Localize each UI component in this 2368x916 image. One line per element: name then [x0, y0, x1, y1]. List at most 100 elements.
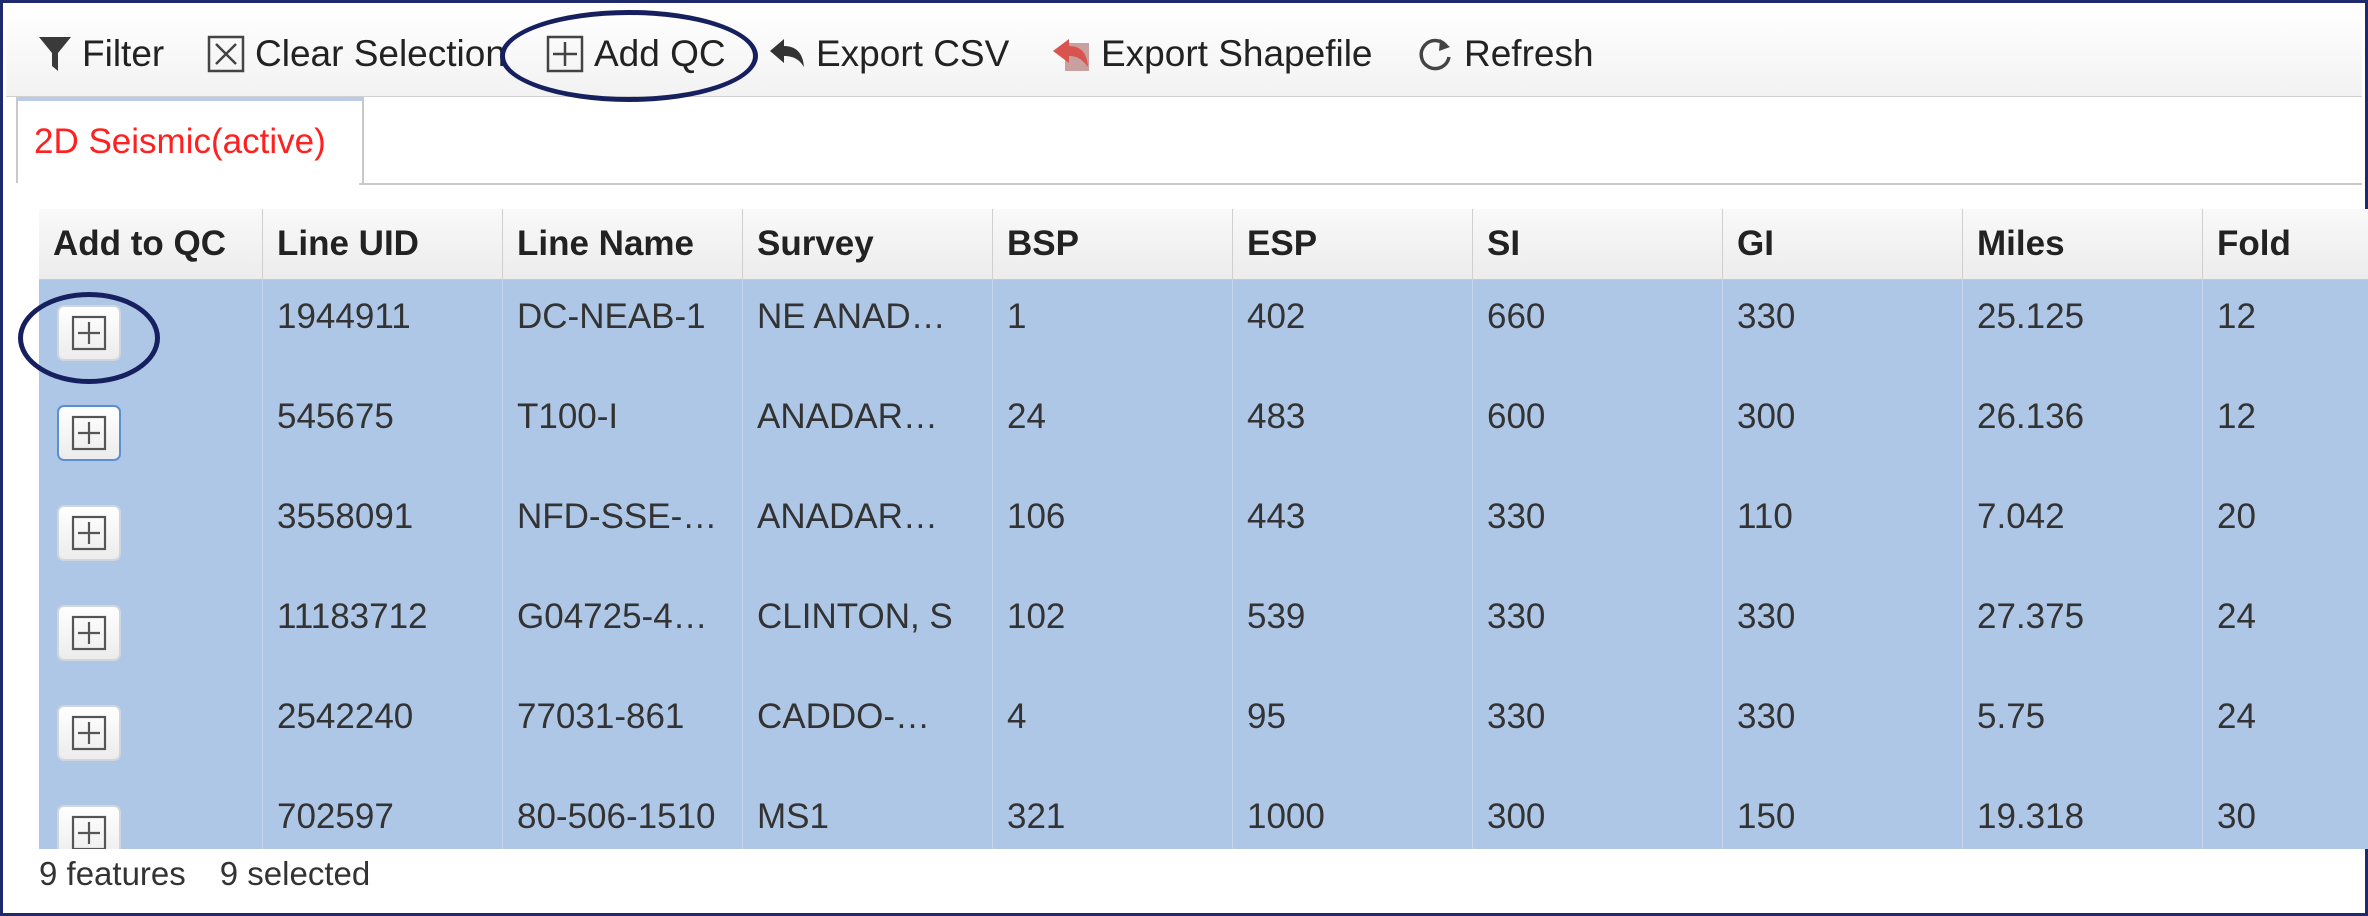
esp-cell: 1000: [1233, 779, 1473, 849]
bsp-cell: 321: [993, 779, 1233, 849]
add-to-qc-button[interactable]: [57, 505, 121, 561]
add-qc-button[interactable]: Add QC: [546, 28, 726, 80]
tab-label: 2D Seismic(active): [34, 122, 326, 161]
clear-x-box-icon: [207, 35, 245, 73]
add-qc-label: Add QC: [594, 33, 726, 74]
add-to-qc-button[interactable]: [57, 805, 121, 849]
fold-cell: 12: [2203, 279, 2368, 379]
miles-cell: 26.136: [1963, 379, 2203, 479]
feature-grid-panel: Filter Clear Selection Add QC Export CSV: [0, 0, 2368, 916]
add-to-qc-cell: [39, 279, 263, 379]
gi-cell: 330: [1723, 279, 1963, 379]
fold-cell: 24: [2203, 579, 2368, 679]
column-header-add-to-qc[interactable]: Add to QC: [39, 209, 263, 279]
add-to-qc-cell: [39, 379, 263, 479]
table-row[interactable]: 3558091 NFD-SSE-… ANADAR… 106 443 330 110 7.042…: [39, 479, 2368, 579]
toolbar: Filter Clear Selection Add QC Export CSV: [6, 6, 2362, 97]
plus-box-icon: [71, 515, 107, 551]
survey-cell: CADDO-…: [743, 679, 993, 779]
column-header-fold[interactable]: Fold: [2203, 209, 2368, 279]
line-name-cell: NFD-SSE-…: [503, 479, 743, 579]
plus-box-icon: [71, 615, 107, 651]
esp-cell: 539: [1233, 579, 1473, 679]
add-to-qc-button[interactable]: [57, 405, 121, 461]
plus-box-icon: [71, 815, 107, 849]
esp-cell: 95: [1233, 679, 1473, 779]
plus-box-icon: [71, 415, 107, 451]
gi-cell: 330: [1723, 679, 1963, 779]
bsp-cell: 24: [993, 379, 1233, 479]
line-uid-cell: 11183712: [263, 579, 503, 679]
miles-cell: 5.75: [1963, 679, 2203, 779]
reply-arrow-icon: [768, 37, 806, 71]
export-csv-button[interactable]: Export CSV: [768, 28, 1009, 80]
add-to-qc-button[interactable]: [57, 305, 121, 361]
line-name-cell: G04725-4…: [503, 579, 743, 679]
bsp-cell: 1: [993, 279, 1233, 379]
tab-2d-seismic[interactable]: 2D Seismic(active): [16, 97, 364, 183]
si-cell: 330: [1473, 579, 1723, 679]
gi-cell: 330: [1723, 579, 1963, 679]
bsp-cell: 106: [993, 479, 1233, 579]
line-uid-cell: 3558091: [263, 479, 503, 579]
si-cell: 330: [1473, 679, 1723, 779]
column-header-miles[interactable]: Miles: [1963, 209, 2203, 279]
table-row[interactable]: 2542240 77031-861 CADDO-… 4 95 330 330 5.75 24: [39, 679, 2368, 779]
refresh-label: Refresh: [1464, 33, 1594, 74]
miles-cell: 19.318: [1963, 779, 2203, 849]
add-to-qc-cell: [39, 779, 263, 849]
table-row[interactable]: 1944911 DC-NEAB-1 NE ANAD… 1 402 660 330 25.125…: [39, 279, 2368, 379]
status-bar: 9 features 9 selected: [39, 849, 404, 899]
column-header-line-name[interactable]: Line Name: [503, 209, 743, 279]
column-header-gi[interactable]: GI: [1723, 209, 1963, 279]
column-header-survey[interactable]: Survey: [743, 209, 993, 279]
add-to-qc-button[interactable]: [57, 605, 121, 661]
fold-cell: 12: [2203, 379, 2368, 479]
clear-selection-button[interactable]: Clear Selection: [207, 28, 506, 80]
survey-cell: NE ANAD…: [743, 279, 993, 379]
esp-cell: 483: [1233, 379, 1473, 479]
si-cell: 330: [1473, 479, 1723, 579]
esp-cell: 443: [1233, 479, 1473, 579]
plus-box-icon: [71, 715, 107, 751]
table-row[interactable]: 702597 80-506-1510 MS1 321 1000 300 150 19.318 3…: [39, 779, 2368, 849]
table-row[interactable]: 11183712 G04725-4… CLINTON, S 102 539 330 330 2…: [39, 579, 2368, 679]
si-cell: 600: [1473, 379, 1723, 479]
esp-cell: 402: [1233, 279, 1473, 379]
export-shapefile-button[interactable]: Export Shapefile: [1051, 28, 1373, 80]
bsp-cell: 102: [993, 579, 1233, 679]
plus-box-icon: [71, 315, 107, 351]
line-uid-cell: 545675: [263, 379, 503, 479]
filter-button[interactable]: Filter: [38, 28, 164, 80]
fold-cell: 30: [2203, 779, 2368, 849]
feature-count: 9 features: [39, 855, 186, 892]
column-header-line-uid[interactable]: Line UID: [263, 209, 503, 279]
filter-label: Filter: [82, 33, 165, 74]
tab-strip: 2D Seismic(active): [6, 97, 2362, 185]
line-name-cell: DC-NEAB-1: [503, 279, 743, 379]
tab-divider: [359, 183, 2362, 185]
add-to-qc-button[interactable]: [57, 705, 121, 761]
column-header-bsp[interactable]: BSP: [993, 209, 1233, 279]
bsp-cell: 4: [993, 679, 1233, 779]
refresh-button[interactable]: Refresh: [1416, 28, 1594, 80]
export-csv-label: Export CSV: [816, 33, 1010, 74]
line-uid-cell: 1944911: [263, 279, 503, 379]
miles-cell: 27.375: [1963, 579, 2203, 679]
column-header-esp[interactable]: ESP: [1233, 209, 1473, 279]
line-name-cell: 80-506-1510: [503, 779, 743, 849]
si-cell: 660: [1473, 279, 1723, 379]
line-name-cell: T100-I: [503, 379, 743, 479]
refresh-icon: [1416, 35, 1454, 73]
survey-cell: CLINTON, S: [743, 579, 993, 679]
add-to-qc-cell: [39, 579, 263, 679]
si-cell: 300: [1473, 779, 1723, 849]
gi-cell: 150: [1723, 779, 1963, 849]
export-shapefile-label: Export Shapefile: [1101, 33, 1373, 74]
column-header-si[interactable]: SI: [1473, 209, 1723, 279]
line-name-cell: 77031-861: [503, 679, 743, 779]
selected-count: 9 selected: [219, 855, 371, 892]
filter-icon: [38, 35, 72, 73]
survey-cell: MS1: [743, 779, 993, 849]
table-row[interactable]: 545675 T100-I ANADAR… 24 483 600 300 26.136 12: [39, 379, 2368, 479]
